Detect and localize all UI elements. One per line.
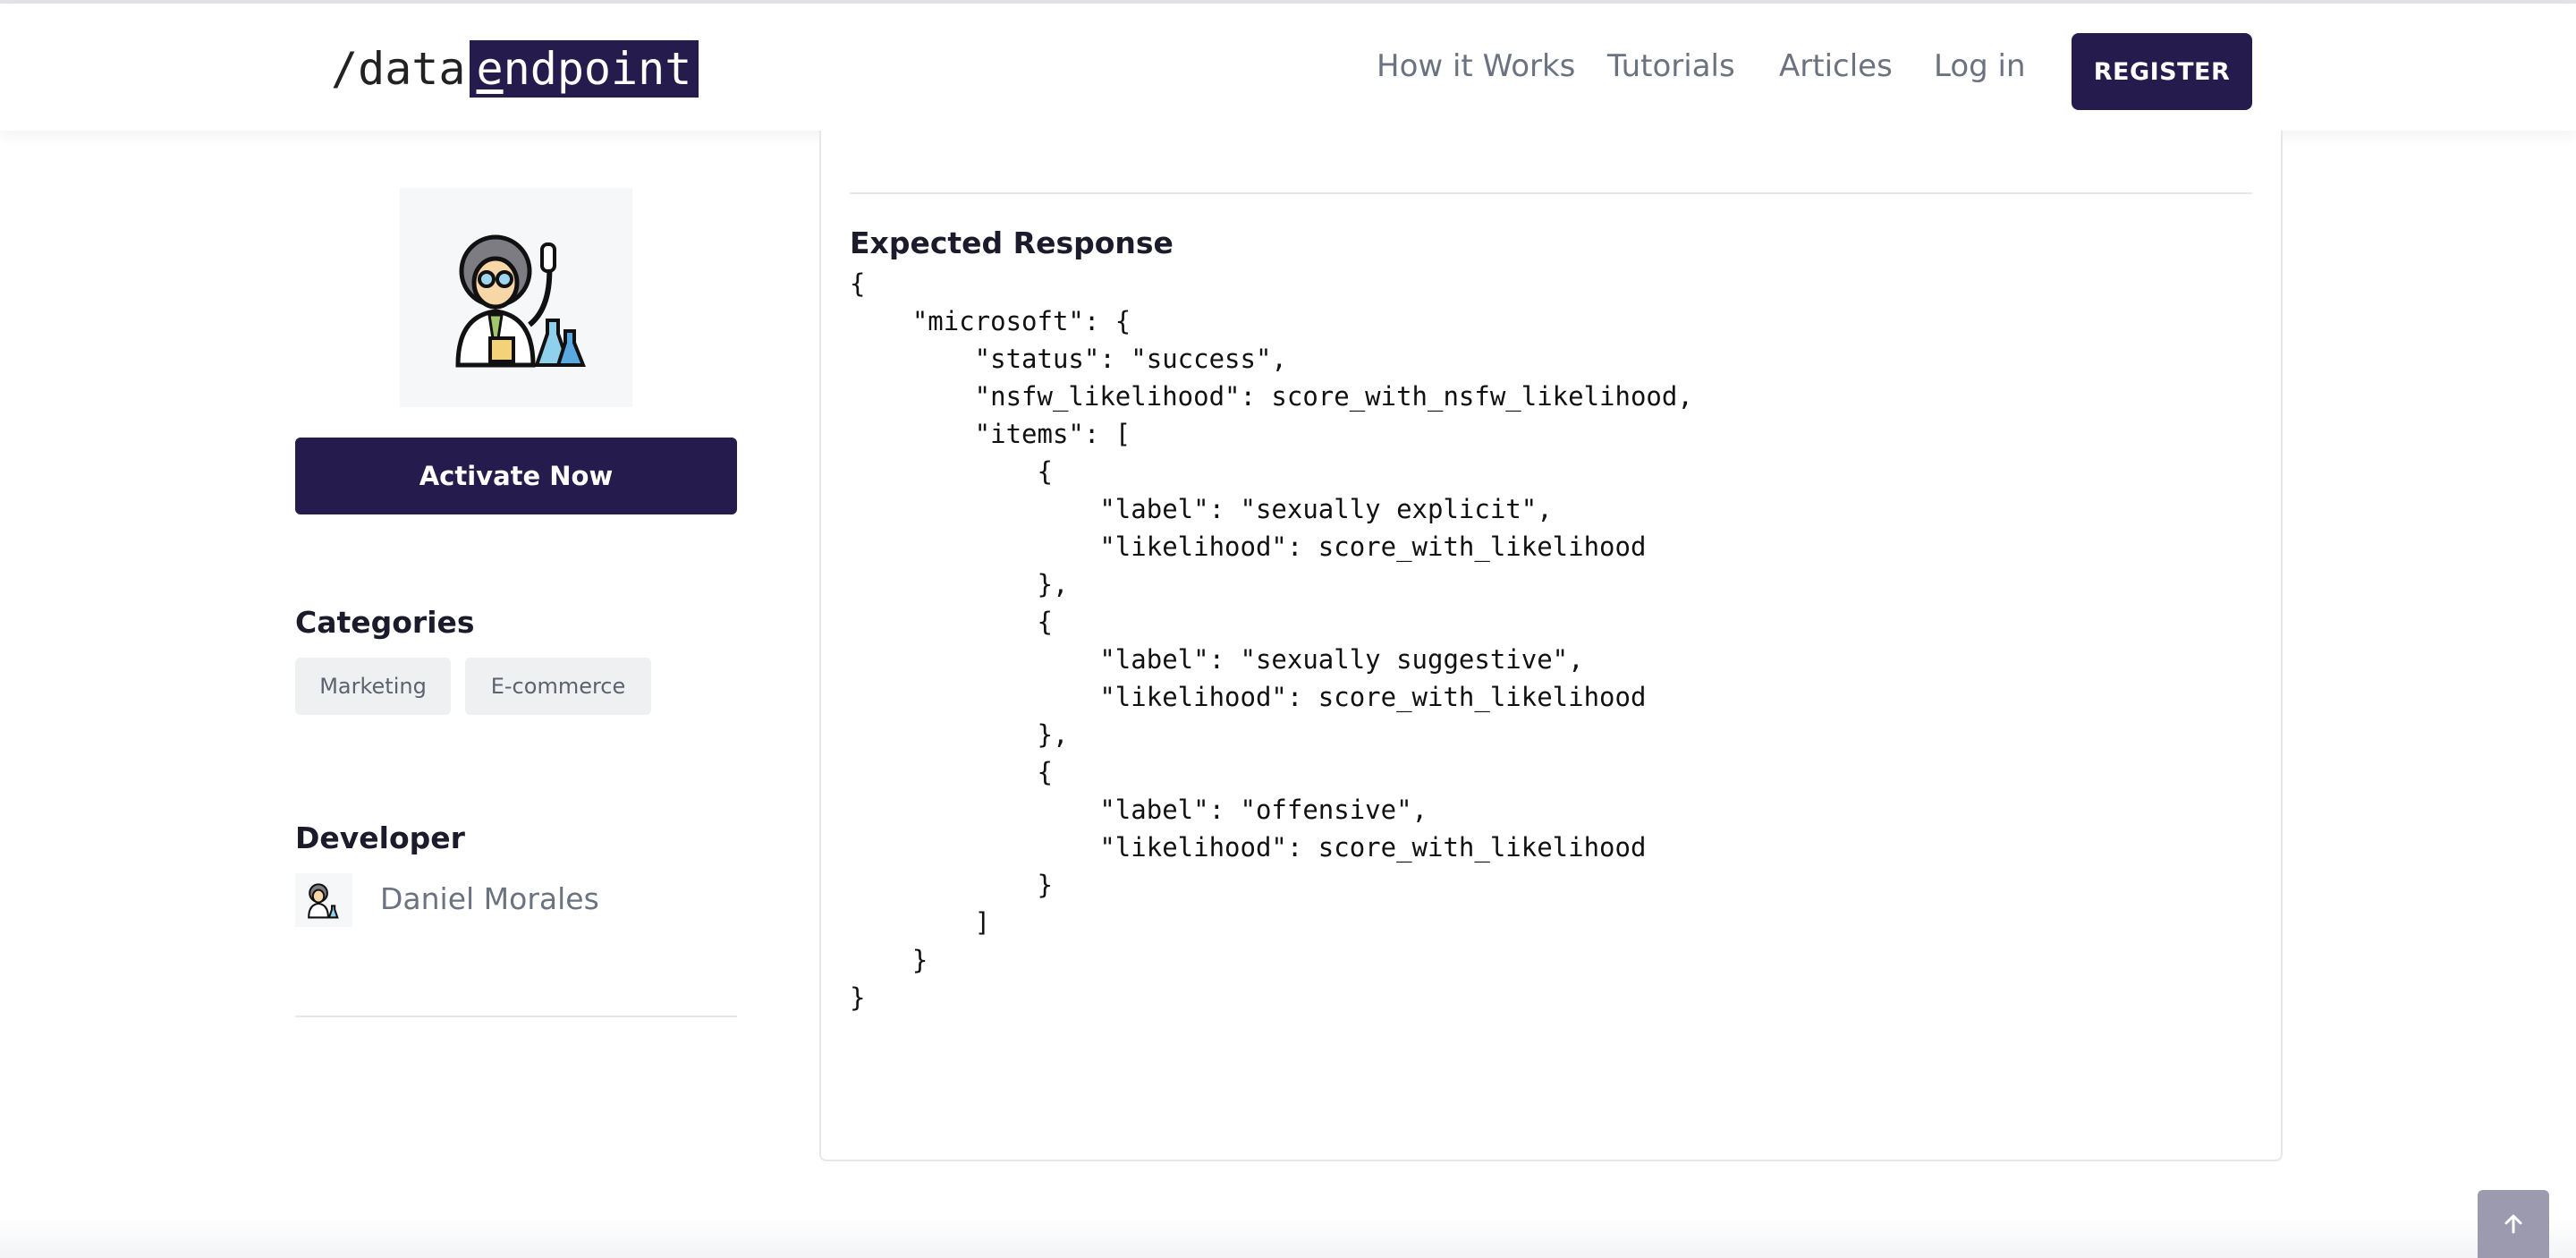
expected-response-title: Expected Response bbox=[850, 225, 1174, 260]
logo[interactable]: /data endpoint bbox=[331, 39, 699, 98]
sidebar-divider bbox=[295, 1016, 737, 1017]
developer-heading: Developer bbox=[295, 820, 465, 855]
activate-now-button[interactable]: Activate Now bbox=[295, 438, 737, 514]
arrow-up-icon bbox=[2504, 1214, 2522, 1234]
register-button[interactable]: REGISTER bbox=[2072, 33, 2252, 110]
nav-tutorials[interactable]: Tutorials bbox=[1607, 48, 1735, 84]
site-header: /data endpoint How it Works Tutorials Ar… bbox=[0, 4, 2576, 131]
scientist-icon bbox=[308, 883, 339, 919]
developer-name-link[interactable]: Daniel Morales bbox=[380, 881, 599, 916]
logo-highlight-rest: ndpoint bbox=[503, 43, 692, 95]
card-divider bbox=[850, 192, 2252, 194]
expected-response-code: { "microsoft": { "status": "success", "n… bbox=[850, 268, 1693, 1013]
category-chip-marketing[interactable]: Marketing bbox=[295, 658, 451, 715]
categories-heading: Categories bbox=[295, 605, 475, 640]
logo-prefix: /data bbox=[331, 43, 466, 95]
developer-avatar bbox=[295, 873, 352, 927]
scientist-icon bbox=[455, 234, 586, 367]
logo-highlight-first: e bbox=[476, 43, 504, 95]
api-avatar bbox=[400, 188, 632, 407]
nav-how-it-works[interactable]: How it Works bbox=[1377, 48, 1575, 84]
nav-log-in[interactable]: Log in bbox=[1934, 48, 2026, 84]
scroll-to-top-button[interactable] bbox=[2478, 1190, 2549, 1258]
category-chip-e-commerce[interactable]: E-commerce bbox=[465, 658, 651, 715]
nav-articles[interactable]: Articles bbox=[1779, 48, 1893, 84]
footer-shade bbox=[0, 1217, 2576, 1258]
logo-highlight: endpoint bbox=[469, 40, 699, 98]
